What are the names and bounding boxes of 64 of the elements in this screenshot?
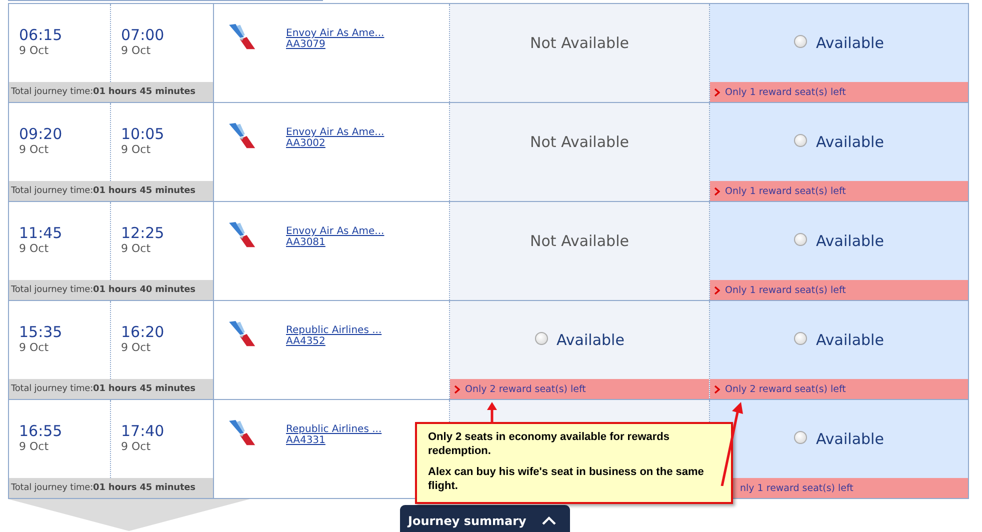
- status-text: Not Available: [530, 34, 629, 52]
- time-text: 16:55: [19, 422, 64, 440]
- airline-link[interactable]: Republic Airlines ...: [286, 325, 382, 336]
- callout-text: Only 2 seats in economy available for rewards redemption.: [428, 430, 670, 458]
- status-text: Available: [816, 34, 884, 52]
- date-text: 9 Oct: [121, 341, 152, 355]
- airline-link[interactable]: Envoy Air As Ame...: [286, 226, 384, 237]
- radio-button[interactable]: [794, 233, 808, 246]
- time-text: 12:25: [121, 224, 166, 242]
- date-text: 9 Oct: [19, 143, 50, 157]
- status-text: Available: [816, 331, 884, 349]
- chevron-icon: [714, 186, 720, 196]
- date-text: 9 Oct: [19, 44, 50, 58]
- airline-link[interactable]: Republic Airlines ...: [286, 424, 382, 435]
- flight-number-link[interactable]: AA4352: [286, 336, 382, 347]
- notice-link[interactable]: Only 1 reward seat(s) left: [725, 284, 846, 296]
- callout-text: Alex can buy his wife's seat in business on the same flight.: [428, 465, 705, 493]
- flight-number-link[interactable]: AA3081: [286, 237, 384, 248]
- status-text: Not Available: [530, 133, 629, 151]
- status-text: Available: [816, 232, 884, 250]
- status-text: Available: [816, 133, 884, 151]
- chevron-icon: [714, 88, 720, 96]
- notice-link[interactable]: Only 1 reward seat(s) left: [725, 186, 846, 196]
- notice-link[interactable]: nly 1 reward seat(s) left: [740, 482, 854, 494]
- notice-link[interactable]: Only 2 reward seat(s) left: [465, 384, 586, 394]
- radio-button[interactable]: [794, 35, 808, 48]
- journey-time-text: Total journey time:01 hours 40 minutes: [11, 285, 196, 295]
- radio-button[interactable]: [794, 332, 808, 345]
- time-text: 17:40: [121, 422, 166, 440]
- time-text: 07:00: [121, 26, 166, 44]
- chevron-icon: [454, 384, 460, 394]
- radio-button[interactable]: [794, 134, 808, 147]
- date-text: 9 Oct: [19, 440, 50, 454]
- status-text: Available: [816, 430, 884, 448]
- journey-time-text: Total journey time:01 hours 45 minutes: [11, 384, 196, 394]
- notice-link[interactable]: Only 2 reward seat(s) left: [725, 384, 846, 394]
- chevron-icon: [714, 286, 720, 294]
- date-text: 9 Oct: [121, 440, 152, 454]
- date-text: 9 Oct: [19, 242, 50, 256]
- time-text: 16:20: [121, 323, 166, 341]
- time-text: 10:05: [121, 125, 166, 143]
- date-text: 9 Oct: [121, 44, 152, 58]
- journey-time-text: Total journey time:01 hours 45 minutes: [11, 483, 196, 493]
- flight-number-link[interactable]: AA4331: [286, 435, 382, 446]
- time-text: 09:20: [19, 125, 64, 143]
- radio-button[interactable]: [534, 332, 548, 345]
- airline-link[interactable]: Envoy Air As Ame...: [286, 28, 384, 39]
- journey-summary-tab[interactable]: Journey summary: [400, 505, 570, 532]
- date-text: 9 Oct: [19, 341, 50, 355]
- flight-number-link[interactable]: AA3079: [286, 39, 384, 50]
- flight-number-link[interactable]: AA3002: [286, 138, 384, 149]
- chevron-icon: [714, 384, 720, 394]
- status-text: Not Available: [530, 232, 629, 250]
- date-text: 9 Oct: [121, 242, 152, 256]
- journey-time-text: Total journey time:01 hours 45 minutes: [11, 87, 196, 97]
- time-text: 06:15: [19, 26, 64, 44]
- time-text: 15:35: [19, 323, 64, 341]
- airline-link[interactable]: Envoy Air As Ame...: [286, 127, 384, 138]
- radio-button[interactable]: [794, 431, 808, 444]
- date-text: 9 Oct: [121, 143, 152, 157]
- journey-time-text: Total journey time:01 hours 45 minutes: [11, 186, 196, 196]
- status-text: Available: [556, 331, 624, 349]
- notice-link[interactable]: Only 1 reward seat(s) left: [725, 86, 846, 98]
- time-text: 11:45: [19, 224, 64, 242]
